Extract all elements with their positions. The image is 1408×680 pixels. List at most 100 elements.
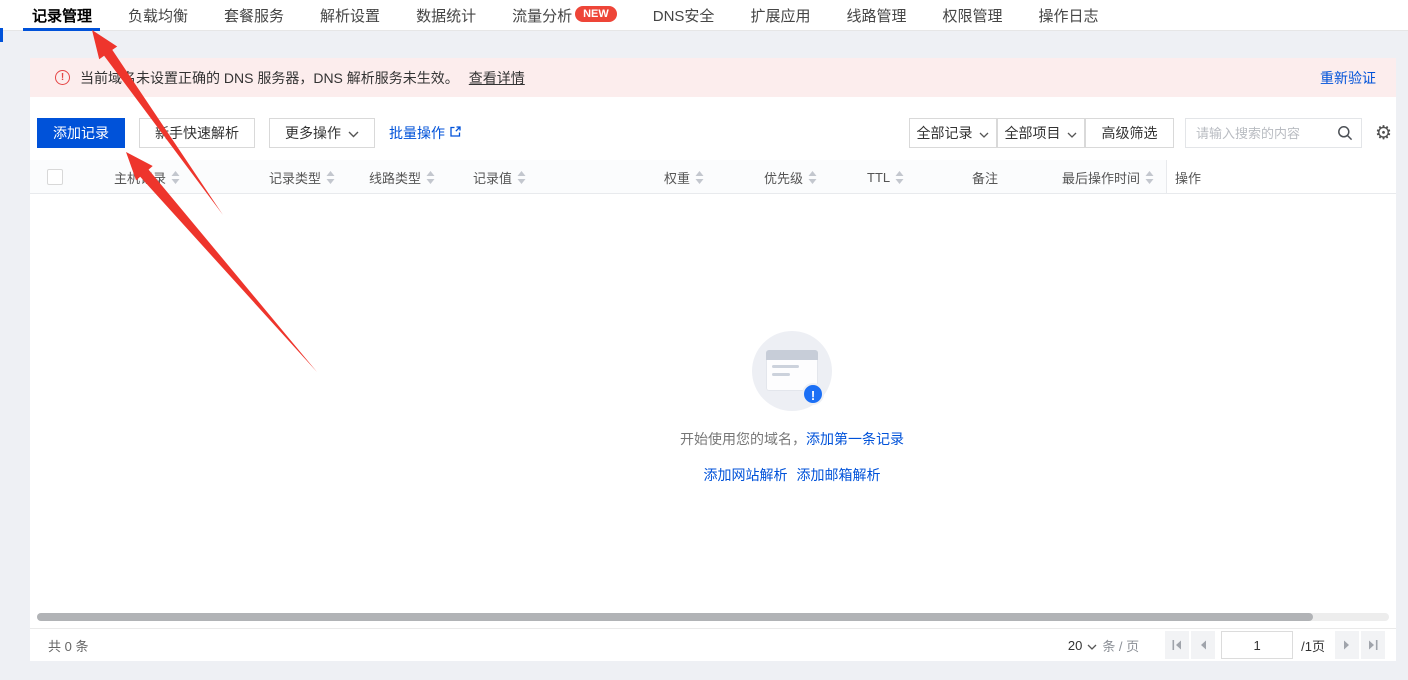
revalidate-link[interactable]: 重新验证 — [1320, 68, 1376, 88]
column-header-line[interactable]: 线路类型 — [369, 160, 435, 194]
column-header-priority[interactable]: 优先级 — [764, 160, 817, 194]
column-label: 权重 — [664, 168, 690, 187]
add-mail-resolution-link[interactable]: 添加邮箱解析 — [797, 465, 881, 485]
tab-label: DNS安全 — [653, 5, 715, 26]
first-page-button[interactable] — [1165, 631, 1189, 659]
current-page-input[interactable] — [1221, 631, 1293, 659]
record-filter-label: 全部记录 — [916, 123, 972, 143]
column-header-host[interactable]: 主机记录 — [114, 160, 180, 194]
column-header-value[interactable]: 记录值 — [473, 160, 526, 194]
tab-label: 解析设置 — [320, 5, 380, 26]
advanced-filter-button[interactable]: 高级筛选 — [1085, 118, 1174, 148]
page-size-unit: 条 / 页 — [1102, 636, 1139, 655]
tab-plan-service[interactable]: 套餐服务 — [224, 0, 284, 31]
sort-icon[interactable] — [1145, 171, 1154, 184]
empty-hint-text: 开始使用您的域名， — [680, 431, 806, 447]
column-label: 线路类型 — [369, 168, 421, 187]
sort-icon[interactable] — [895, 171, 904, 184]
column-header-remark: 备注 — [972, 160, 998, 194]
left-edge-indicator — [0, 28, 3, 42]
tab-label: 记录管理 — [32, 5, 92, 26]
column-header-type[interactable]: 记录类型 — [269, 160, 335, 194]
column-header-last-op-time[interactable]: 最后操作时间 — [1062, 160, 1154, 194]
column-header-operation: 操作 — [1175, 160, 1201, 194]
table-footer: 共 0 条 20 条 / 页 /1页 — [30, 628, 1396, 661]
select-all-checkbox[interactable] — [47, 169, 63, 185]
empty-state: ! 开始使用您的域名，添加第一条记录 添加网站解析 添加邮箱解析 — [632, 331, 952, 485]
tab-extensions[interactable]: 扩展应用 — [750, 0, 810, 31]
gear-icon[interactable]: ⚙ — [1375, 124, 1392, 143]
column-label: TTL — [867, 170, 890, 185]
project-filter-label: 全部项目 — [1004, 123, 1060, 143]
project-filter-select[interactable]: 全部项目 — [997, 118, 1085, 148]
tab-record-management[interactable]: 记录管理 — [32, 0, 92, 31]
column-header-ttl[interactable]: TTL — [867, 160, 904, 194]
next-page-button[interactable] — [1335, 631, 1359, 659]
tab-label: 负载均衡 — [128, 5, 188, 26]
last-page-button[interactable] — [1361, 631, 1385, 659]
tab-line-management[interactable]: 线路管理 — [846, 0, 906, 31]
sort-icon[interactable] — [171, 171, 180, 184]
content-panel: ! 当前域名未设置正确的 DNS 服务器，DNS 解析服务未生效。 查看详情 重… — [30, 58, 1396, 661]
page-size-value: 20 — [1068, 638, 1082, 653]
tab-operation-log[interactable]: 操作日志 — [1038, 0, 1098, 31]
chevron-down-icon — [348, 125, 359, 141]
external-link-icon — [449, 125, 462, 141]
empty-hint: 开始使用您的域名，添加第一条记录 — [632, 429, 952, 449]
column-label: 主机记录 — [114, 168, 166, 187]
column-label: 优先级 — [764, 168, 803, 187]
sort-icon[interactable] — [517, 171, 526, 184]
exclamation-badge-icon: ! — [802, 383, 824, 405]
column-label: 操作 — [1175, 168, 1201, 187]
sort-icon[interactable] — [695, 171, 704, 184]
page-size-select[interactable]: 20 条 / 页 — [1068, 636, 1139, 655]
tab-load-balancing[interactable]: 负载均衡 — [128, 0, 188, 31]
chevron-down-icon — [1067, 125, 1077, 141]
sort-icon[interactable] — [326, 171, 335, 184]
table-header: 主机记录 记录类型 线路类型 记录值 权重 优先级 TTL 备注 最后操作时间 … — [30, 160, 1396, 194]
tab-label: 流量分析 — [512, 5, 572, 26]
sort-icon[interactable] — [808, 171, 817, 184]
tab-label: 操作日志 — [1038, 5, 1098, 26]
tab-data-statistics[interactable]: 数据统计 — [416, 0, 476, 31]
batch-actions-link[interactable]: 批量操作 — [389, 123, 462, 143]
tab-traffic-analysis[interactable]: 流量分析NEW — [512, 0, 617, 31]
more-actions-button[interactable]: 更多操作 — [269, 118, 375, 148]
tab-label: 权限管理 — [942, 5, 1002, 26]
quick-resolve-button[interactable]: 新手快速解析 — [139, 118, 255, 148]
toolbar-left: 添加记录 新手快速解析 更多操作 批量操作 — [37, 118, 462, 148]
horizontal-scrollbar-track[interactable] — [37, 613, 1389, 621]
dns-warning-alert: ! 当前域名未设置正确的 DNS 服务器，DNS 解析服务未生效。 查看详情 重… — [30, 58, 1396, 97]
new-badge: NEW — [575, 6, 617, 22]
record-filter-select[interactable]: 全部记录 — [909, 118, 997, 148]
pagination: /1页 — [1163, 631, 1385, 659]
tab-label: 套餐服务 — [224, 5, 284, 26]
search-box — [1185, 118, 1362, 148]
prev-page-button[interactable] — [1191, 631, 1215, 659]
tab-label: 扩展应用 — [750, 5, 810, 26]
tab-permission-management[interactable]: 权限管理 — [942, 0, 1002, 31]
tab-resolution-settings[interactable]: 解析设置 — [320, 0, 380, 31]
search-icon[interactable] — [1337, 125, 1353, 141]
alert-message: 当前域名未设置正确的 DNS 服务器，DNS 解析服务未生效。 — [80, 68, 459, 88]
column-label: 最后操作时间 — [1062, 168, 1140, 187]
warning-icon: ! — [55, 70, 70, 85]
toolbar: 添加记录 新手快速解析 更多操作 批量操作 全部记录 全部项目 高级筛选 — [30, 118, 1396, 148]
empty-quick-links: 添加网站解析 添加邮箱解析 — [632, 465, 952, 485]
tab-dns-security[interactable]: DNS安全 — [653, 0, 715, 31]
search-input[interactable] — [1196, 126, 1337, 141]
add-record-button[interactable]: 添加记录 — [37, 118, 125, 148]
tab-label: 数据统计 — [416, 5, 476, 26]
view-details-link[interactable]: 查看详情 — [469, 68, 525, 88]
column-header-weight[interactable]: 权重 — [664, 160, 704, 194]
chevron-down-icon — [1087, 638, 1097, 653]
horizontal-scrollbar-thumb[interactable] — [37, 613, 1313, 621]
add-first-record-link[interactable]: 添加第一条记录 — [806, 431, 904, 447]
empty-state-icon: ! — [752, 331, 832, 411]
column-label: 备注 — [972, 168, 998, 187]
sort-icon[interactable] — [426, 171, 435, 184]
add-website-resolution-link[interactable]: 添加网站解析 — [704, 465, 788, 485]
column-label: 记录类型 — [269, 168, 321, 187]
column-label: 记录值 — [473, 168, 512, 187]
more-actions-label: 更多操作 — [285, 123, 341, 143]
